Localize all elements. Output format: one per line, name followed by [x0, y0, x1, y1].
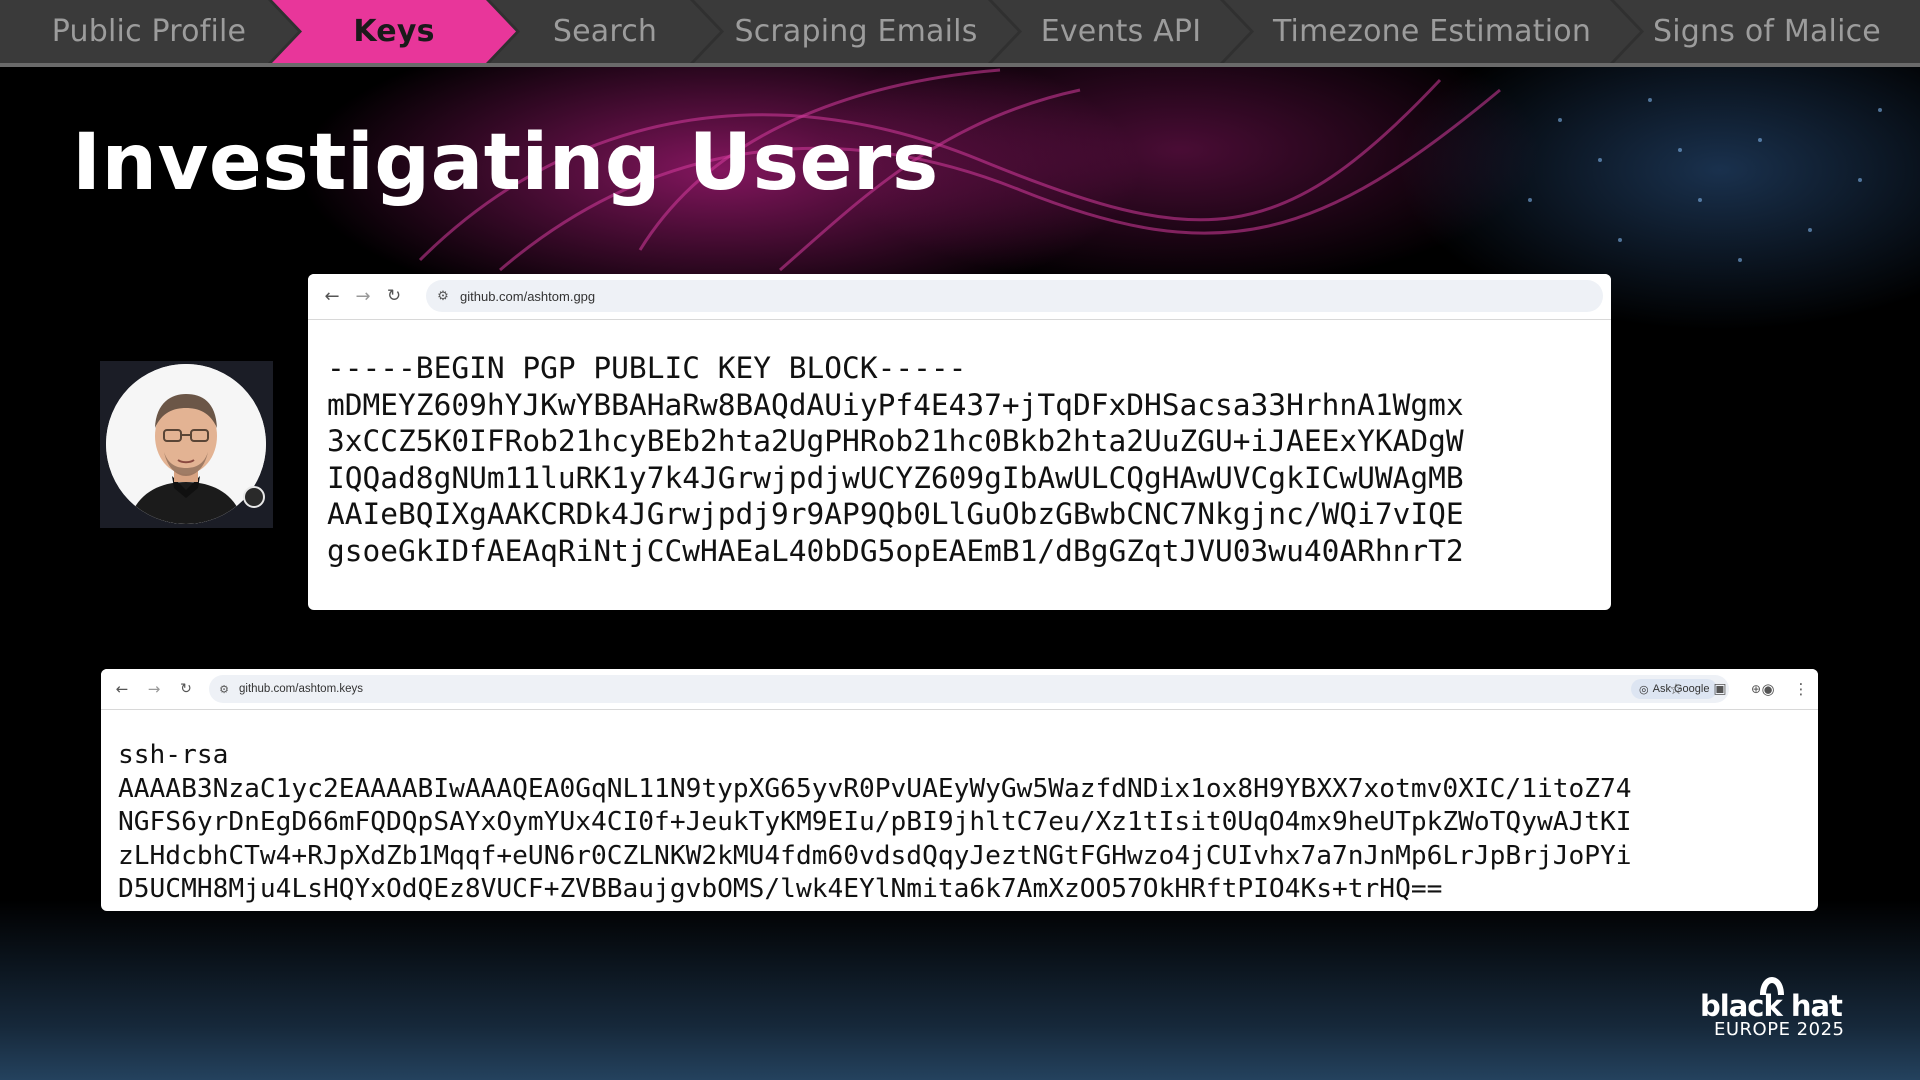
profile-photo	[100, 361, 273, 528]
keys-browser-window: ← → ↻ ⚙ github.com/ashtom.keys ◎ Ask Goo…	[101, 669, 1818, 911]
nav-item-label: Timezone Estimation	[1272, 14, 1592, 49]
extensions-icon[interactable]: ▣	[1710, 679, 1730, 699]
nav-item-signs-of-malice[interactable]: Signs of Malice	[1614, 0, 1920, 63]
profile-icon[interactable]: ◉	[1758, 679, 1778, 699]
address-bar[interactable]: ⚙ github.com/ashtom.keys ◎ Ask Google ⊕	[209, 675, 1761, 703]
forward-arrow-icon[interactable]: →	[351, 284, 375, 308]
gpg-browser-window: ← → ↻ ⚙ github.com/ashtom.gpg -----BEGIN…	[308, 274, 1611, 610]
key-line: AAIeBQIXgAAKCRDk4JGrwjpdj9r9AP9Qb0LlGuOb…	[327, 497, 1464, 531]
menu-icon[interactable]: ⋮	[1791, 679, 1811, 699]
nav-item-events-api[interactable]: Events API	[992, 0, 1250, 63]
bottom-gradient	[0, 900, 1920, 1080]
black-hat-logo: black hat EUROPE 2025	[1700, 975, 1850, 1045]
reload-icon[interactable]: ↻	[175, 678, 197, 700]
section-nav: Public Profile Keys Search Scraping Emai…	[0, 0, 1920, 66]
browser-toolbar: ← → ↻ ⚙ github.com/ashtom.keys ◎ Ask Goo…	[101, 669, 1818, 710]
site-info-icon[interactable]: ⚙	[216, 681, 232, 697]
key-line: ssh-rsa	[118, 740, 229, 770]
nav-item-label: Public Profile	[51, 14, 247, 49]
key-line: AAAAB3NzaC1yc2EAAAABIwAAAQEA0GqNL11N9typ…	[118, 773, 1632, 804]
key-line: zLHdcbhCTw4+RJpXdZb1Mqqf+eUN6r0CZLNKW2kM…	[118, 840, 1632, 871]
pgp-key-content: -----BEGIN PGP PUBLIC KEY BLOCK----- mDM…	[327, 350, 1464, 569]
forward-arrow-icon[interactable]: →	[143, 678, 165, 700]
nav-item-label: Scraping Emails	[734, 14, 978, 49]
address-bar[interactable]: ⚙ github.com/ashtom.gpg	[426, 280, 1603, 312]
url-text: github.com/ashtom.gpg	[460, 288, 596, 304]
key-line: D5UCMH8Mju4LsHQYxOdQEz8VUCF+ZVBBaujgvbOM…	[118, 874, 1443, 904]
nav-item-label: Events API	[1040, 14, 1202, 49]
nav-item-timezone-estimation[interactable]: Timezone Estimation	[1224, 0, 1640, 63]
url-text: github.com/ashtom.keys	[239, 683, 364, 695]
nav-item-label: Search	[552, 14, 658, 49]
key-line: 3xCCZ5K0IFRob21hcyBEb2hta2UgPHRob21hc0Bk…	[327, 424, 1464, 458]
nav-item-public-profile[interactable]: Public Profile	[0, 0, 298, 63]
key-line: gsoeGkIDfAEAqRiNtjCCwHAEaL40bDG5opEAEmB1…	[327, 533, 1464, 568]
back-arrow-icon[interactable]: ←	[111, 678, 133, 700]
avatar	[106, 364, 266, 524]
reload-icon[interactable]: ↻	[382, 284, 406, 308]
key-line: NGFS6yrDnEgD66mFQDQpSAYxOymYUx4CI0f+Jeuk…	[118, 807, 1632, 837]
portrait-illustration	[106, 364, 266, 524]
key-line: IQQad8gNUm11luRK1y7k4JGrwjpdjwUCYZ609gIb…	[327, 460, 1464, 495]
star-icon[interactable]: ☆	[1666, 679, 1686, 699]
ssh-key-content: ssh-rsa AAAAB3NzaC1yc2EAAAABIwAAAQEA0GqN…	[118, 739, 1632, 907]
nav-item-scraping-emails[interactable]: Scraping Emails	[694, 0, 1018, 63]
nav-item-search[interactable]: Search	[490, 0, 720, 63]
logo-event: EUROPE 2025	[1714, 1019, 1845, 1040]
back-arrow-icon[interactable]: ←	[320, 284, 344, 308]
browser-toolbar: ← → ↻ ⚙ github.com/ashtom.gpg	[308, 274, 1611, 320]
slide-title: Investigating Users	[72, 118, 939, 208]
nav-item-label: Keys	[353, 14, 435, 49]
site-info-icon[interactable]: ⚙	[434, 287, 452, 305]
logo-wordmark: black hat	[1700, 989, 1843, 1023]
nav-item-label: Signs of Malice	[1653, 14, 1881, 49]
key-line: -----BEGIN PGP PUBLIC KEY BLOCK-----	[327, 351, 967, 385]
nav-item-keys[interactable]: Keys	[272, 0, 516, 63]
status-badge	[243, 486, 265, 508]
nav-divider	[0, 63, 1920, 67]
key-line: mDMEYZ609hYJKwYBBAHaRw8BAQdAUiyPf4E437+j…	[327, 387, 1464, 422]
lens-icon: ◎	[1639, 683, 1649, 696]
